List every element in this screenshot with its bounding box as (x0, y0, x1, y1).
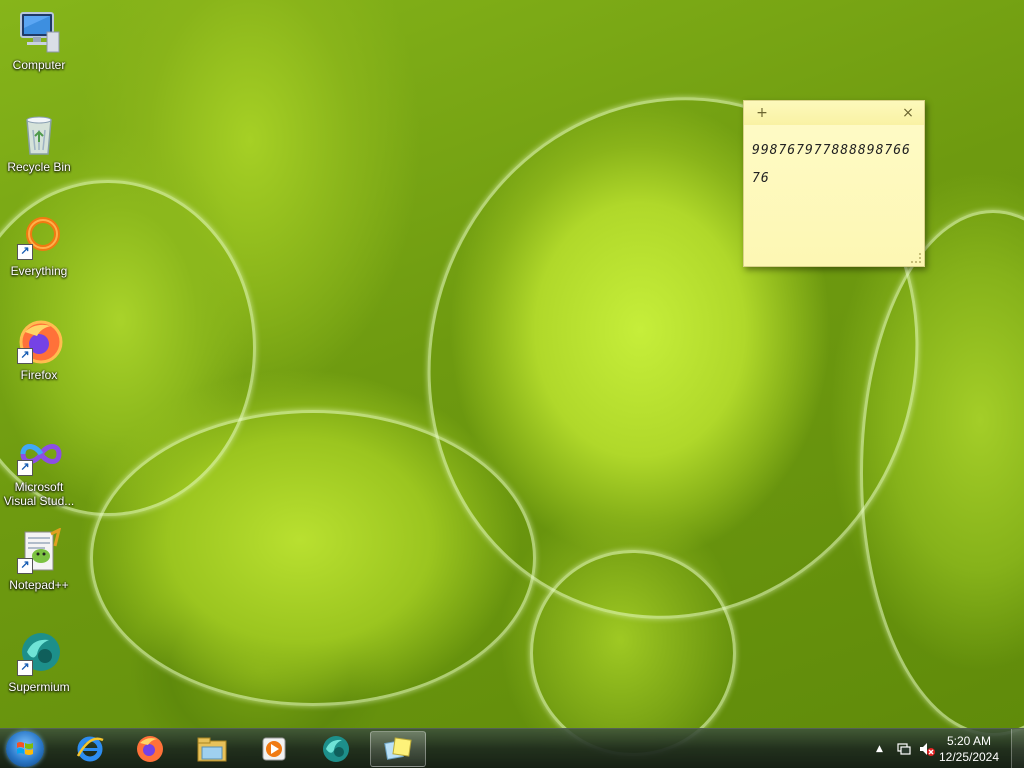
desktop-icon-firefox[interactable]: ↗ Firefox (0, 318, 78, 382)
desktop-icon-label: Supermium (8, 680, 70, 694)
shortcut-arrow-icon: ↗ (17, 558, 33, 574)
file-explorer-icon (197, 737, 227, 762)
visual-studio-icon: ↗ (15, 430, 63, 478)
sticky-note-text[interactable]: 99876797788889876676 (744, 125, 924, 193)
everything-icon: ↗ (15, 214, 63, 262)
system-tray: ▲ 5:20 AM 12/25/2024 (864, 729, 1024, 768)
shortcut-arrow-icon: ↗ (17, 244, 33, 260)
desktop-icon-computer[interactable]: Computer (0, 8, 78, 72)
desktop-icon-everything[interactable]: ↗ Everything (0, 214, 78, 278)
taskbar-sticky-notes[interactable] (370, 731, 426, 767)
shortcut-arrow-icon: ↗ (17, 460, 33, 476)
sticky-notes-icon (384, 737, 412, 760)
leaf-rim (860, 210, 1024, 736)
desktop-icon-label: Computer (12, 58, 66, 72)
desktop-icon-label: Everything (10, 264, 68, 278)
shortcut-arrow-icon: ↗ (17, 348, 33, 364)
supermium-icon (323, 736, 349, 762)
desktop-icon-supermium[interactable]: ↗ Supermium (0, 630, 78, 694)
taskbar-supermium[interactable] (308, 731, 364, 767)
taskbar-media-player[interactable] (246, 731, 302, 767)
show-desktop-button[interactable] (1011, 729, 1024, 768)
taskbar-firefox[interactable] (122, 731, 178, 767)
show-hidden-icons-button[interactable]: ▲ (876, 744, 883, 754)
network-icon[interactable] (896, 741, 912, 760)
taskbar-internet-explorer[interactable] (62, 731, 118, 767)
add-note-button[interactable]: + (753, 104, 771, 122)
clock[interactable]: 5:20 AM 12/25/2024 (934, 733, 1004, 765)
desktop: Computer Recycle Bin ↗ Everything ↗ Fire… (0, 0, 1024, 768)
desktop-icon-label: Firefox (20, 368, 58, 382)
close-note-button[interactable]: × (899, 104, 917, 122)
desktop-icon-label: Recycle Bin (7, 160, 71, 174)
leaf-rim (530, 550, 736, 756)
recycle-bin-icon (15, 110, 63, 158)
taskbar: ▲ 5:20 AM 12/25/2024 (0, 728, 1024, 768)
desktop-icon-notepadpp[interactable]: ↗ Notepad++ (0, 527, 78, 592)
supermium-icon: ↗ (15, 630, 63, 678)
windows-logo-icon (17, 742, 33, 755)
clock-time: 5:20 AM (946, 734, 992, 748)
resize-grip-icon[interactable] (911, 253, 921, 263)
computer-icon (15, 8, 63, 56)
leaf-rim (90, 410, 536, 706)
desktop-icon-label: Microsoft Visual Stud... (3, 480, 75, 508)
internet-explorer-icon (76, 736, 104, 762)
desktop-icon-visual-studio[interactable]: ↗ Microsoft Visual Stud... (0, 430, 78, 508)
firefox-icon (137, 736, 163, 762)
sticky-note[interactable]: + × 99876797788889876676 (743, 100, 925, 267)
desktop-icon-recycle-bin[interactable]: Recycle Bin (0, 110, 78, 174)
desktop-icon-label: Notepad++ (9, 578, 69, 592)
media-player-icon (262, 737, 286, 761)
clock-date: 12/25/2024 (938, 750, 1000, 764)
sticky-note-titlebar[interactable]: + × (744, 101, 924, 125)
notepadpp-icon: ↗ (15, 527, 63, 576)
firefox-icon: ↗ (15, 318, 63, 366)
shortcut-arrow-icon: ↗ (17, 660, 33, 676)
start-button[interactable] (6, 731, 44, 767)
taskbar-file-explorer[interactable] (184, 731, 240, 767)
